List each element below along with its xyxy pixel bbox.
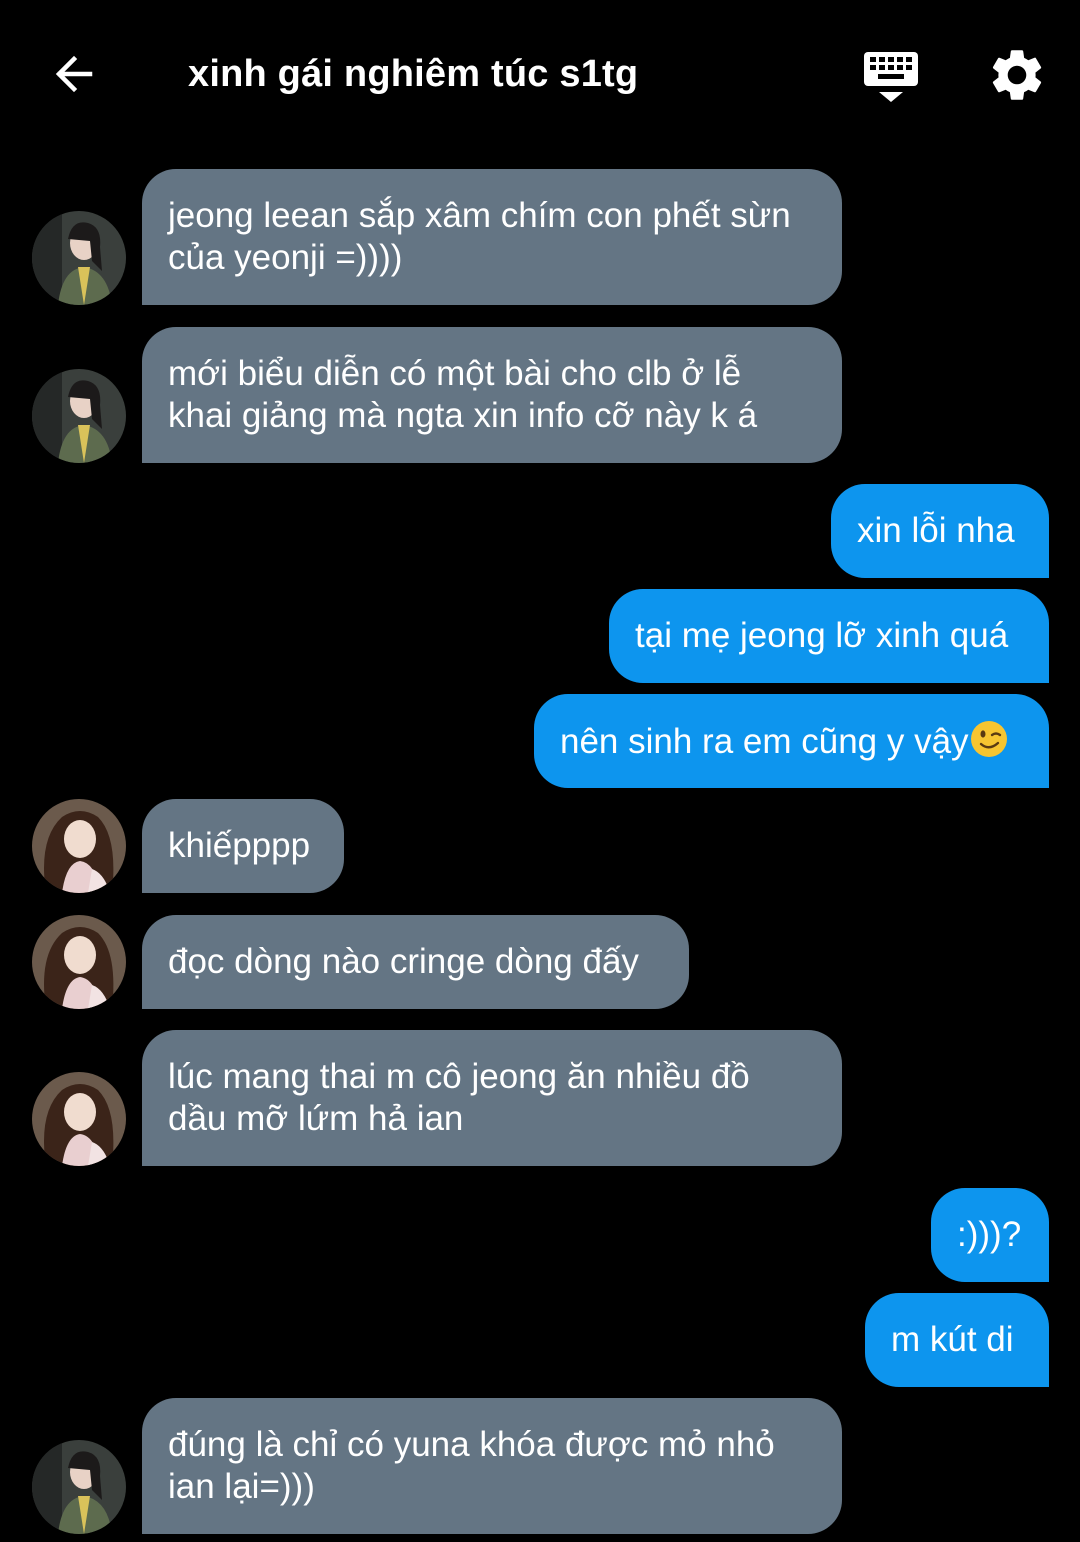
message-text: nên sinh ra em cũng y vậy <box>560 722 969 761</box>
message-text-line: đọc dòng nào cringe dòng đấy <box>168 942 639 981</box>
message-text-line: xin lỗi nha <box>857 511 1015 550</box>
keyboard-button[interactable] <box>858 44 924 108</box>
message-text-line: mới biểu diễn có một bài cho clb ở lễ <box>168 354 742 393</box>
message-text-line: nên sinh ra em cũng y vậy <box>560 719 1023 763</box>
message-text-line: khai giảng mà ngta xin info cỡ này k á <box>168 396 758 435</box>
avatar[interactable] <box>32 1440 126 1534</box>
message-text-line: dầu mỡ lứm hả ian <box>168 1099 464 1138</box>
avatar[interactable] <box>32 211 126 305</box>
avatar-b-photo <box>32 799 126 893</box>
winking-face-emoji <box>970 721 1007 757</box>
message-text-line: m kút di <box>891 1320 1014 1359</box>
avatar[interactable] <box>32 799 126 893</box>
outgoing-message-bubble[interactable]: :)))? <box>931 1188 1049 1282</box>
avatar[interactable] <box>32 915 126 1009</box>
message-text-line: :)))? <box>957 1215 1022 1254</box>
incoming-message-bubble[interactable]: đọc dòng nào cringe dòng đấy <box>142 915 689 1009</box>
outgoing-message-bubble[interactable]: nên sinh ra em cũng y vậy <box>534 694 1049 788</box>
message-text-line: ian lại=))) <box>168 1467 315 1506</box>
back-button[interactable] <box>40 40 108 108</box>
message-text-line: khiếpppp <box>168 826 311 865</box>
keyboard-icon <box>864 52 918 102</box>
outgoing-message-bubble[interactable]: tại mẹ jeong lỡ xinh quá <box>609 589 1049 683</box>
message-text-line: jeong leean sắp xâm chím con phết sừn <box>168 196 791 235</box>
message-text-line: đúng là chỉ có yuna khóa được mỏ nhỏ <box>168 1425 775 1464</box>
incoming-message-bubble[interactable]: jeong leean sắp xâm chím con phết sừn củ… <box>142 169 842 305</box>
arrow-left-icon <box>55 55 93 93</box>
outgoing-message-bubble[interactable]: xin lỗi nha <box>831 484 1049 578</box>
conversation-title[interactable]: xinh gái nghiêm túc s1tg <box>188 50 638 98</box>
message-text-line: của yeonji =)))) <box>168 238 403 277</box>
avatar[interactable] <box>32 369 126 463</box>
message-text-line: lúc mang thai m cô jeong ăn nhiều đồ <box>168 1057 750 1096</box>
incoming-message-bubble[interactable]: mới biểu diễn có một bài cho clb ở lễ kh… <box>142 327 842 463</box>
avatar-b-photo <box>32 1072 126 1166</box>
incoming-message-bubble[interactable]: lúc mang thai m cô jeong ăn nhiều đồ dầu… <box>142 1030 842 1166</box>
avatar-b-photo <box>32 915 126 1009</box>
avatar-a-photo <box>32 211 126 305</box>
message-text-line: tại mẹ jeong lỡ xinh quá <box>635 616 1009 655</box>
chat-header: xinh gái nghiêm túc s1tg <box>0 0 1080 150</box>
incoming-message-bubble[interactable]: đúng là chỉ có yuna khóa được mỏ nhỏ ian… <box>142 1398 842 1534</box>
settings-button[interactable] <box>986 44 1048 106</box>
gear-icon <box>992 50 1042 100</box>
avatar[interactable] <box>32 1072 126 1166</box>
incoming-message-bubble[interactable]: khiếpppp <box>142 799 344 893</box>
avatar-a-photo <box>32 369 126 463</box>
outgoing-message-bubble[interactable]: m kút di <box>865 1293 1049 1387</box>
avatar-a-photo <box>32 1440 126 1534</box>
